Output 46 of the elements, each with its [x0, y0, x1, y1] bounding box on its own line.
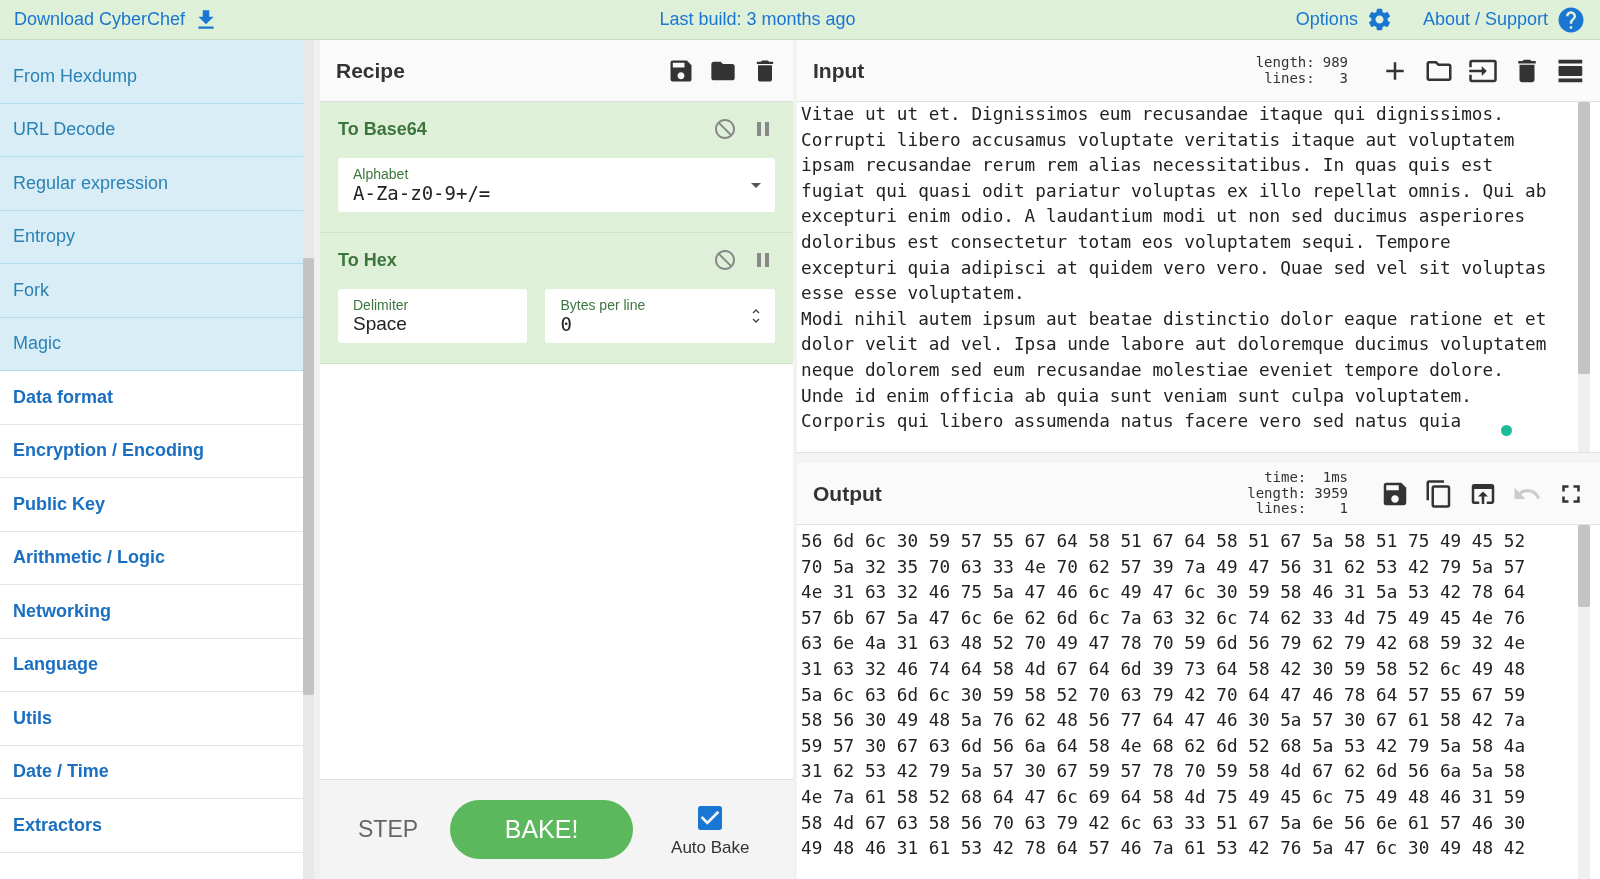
output-text: 56 6d 6c 30 59 57 55 67 64 58 51 67 64 58 51 67 5a 58 51 75 49 45 52 70 5a 32 35 70 63 33 4e 70 62 57 39 7a 49 47 56 31 62 53 42 79 5a 57 4e 31 63 32 46 75 5a 47 46 6c 49 47 6c 30 59 58 46 31 5a 53 42 78 64 57 6b 67 5a 47 6c 6e 62 6d 6c 7a 63 32 6c 74 62 33 4d 75 49 45 4e 76 63 6e 4a 31 63 48 52 70 49 47 78 70 59 6d 56 79 62 79 42 68 59 32 4e 31 63 32 46 74 64 58 4d 67 64 6d 39 73 64 58 42 30 59 58 52 6c 49 48 5a 6c 63 6d 6c 30 59 58 52 70 63 79 42 70 64 47 46 78 64 57 55 67 59 58 56 30 49 48 5a 76 62 48 56 77 64 47 46 30 5a 57 30 67 61 58 42 7a 59 57 30 67 63 6d 56 6a 64 58 4e 68 62 6d 52 68 5a 53 42 79 5a 58 4a 31 62 53 42 79 5a 57 30 67 59 57 78 70 59 58 4d 67 62 6d 56 6a 5a 58 4e 7a 61 58 52 68 64 47 6c 69 64 58 4d 75 49 45 6c 75 49 48 46 31 59 58 4d 67 63 58 56 70 63 79 42 6c 63 33 51 67 5a 6e 56 6e 61 57 46 30 49 48 46 31 61 53 42 78 64 57 46 7a 61 53 42 76 5a 47 6c 30 49 48 42	[800, 530, 1527, 861]
operation-name: To Hex	[338, 249, 398, 271]
scrollbar-thumb[interactable]	[1578, 102, 1590, 374]
arg-label: Bytes per line	[560, 297, 647, 313]
disable-icon[interactable]	[713, 248, 737, 272]
scrollbar-thumb[interactable]	[303, 258, 314, 695]
step-button[interactable]: STEP	[350, 808, 427, 851]
build-info: Last build: 3 months ago	[658, 9, 857, 30]
operation-item[interactable]: Fork	[0, 264, 303, 318]
auto-bake-label: Auto Bake	[671, 837, 750, 858]
options-link[interactable]: Options	[1295, 6, 1393, 33]
number-field[interactable]: Bytes per line 0	[545, 289, 775, 343]
scrollbar-thumb[interactable]	[1578, 525, 1590, 607]
stat-label: time:	[1263, 470, 1307, 486]
recipe-title: Recipe	[336, 58, 406, 83]
stat-value: 1	[1338, 501, 1348, 517]
operation-item[interactable]: Entropy	[0, 210, 303, 264]
input-title: Input	[813, 58, 866, 83]
splitter-handle[interactable]	[797, 452, 1600, 463]
input-text[interactable]: Vitae ut ut et. Dignissimos eum recusandae itaque qui dignissimos. Corrupti libero accusamus voluptate veritatis itaque aut voluptatem ipsam recusandae rerum rem alias necessitatibus. In quas quis est fugiat qui quasi odit pariatur voluptas ex illo repellat omnis. Qui ab excepturi enim odio. A laudantium modi ut non sed ducimus asperiores doloribus est consectetur totam eos voluptatem sequi. Tempore excepturi quia adipisci at quidem vero vero. Quae sed vel sit voluptas esse esse voluptatem. Modi nihil autem ipsum aut beatae distinctio dolor eaque ratione et et dolor velit ad vel. Ipsa unde labore aut doloremque ducimus voluptatem neque dolorem sed eum recusandae molestiae eveniet tempore dolore. Unde id enim officia ab quia sunt veniam sunt culpa voluptatem. Corporis qui libero assumenda natus facere vero sed natus quia	[797, 102, 1578, 452]
operation-item[interactable]: Regular expression	[0, 157, 303, 211]
output-title: Output	[813, 481, 883, 506]
stat-value: 989	[1322, 55, 1348, 71]
arg-value: Space	[353, 313, 408, 335]
stat-value: 3	[1338, 70, 1348, 86]
operation-item[interactable]: Magic	[0, 317, 303, 371]
arg-label: Alphabet	[353, 166, 410, 182]
stat-label: lines:	[1255, 501, 1307, 517]
operation-item[interactable]: URL Decode	[0, 103, 303, 157]
arg-value: A-Za-z0-9+/=	[353, 182, 492, 204]
stat-value: 3959	[1314, 485, 1348, 502]
stat-label: length:	[1255, 55, 1315, 71]
stat-label: length:	[1247, 485, 1307, 502]
stat-label: lines:	[1264, 70, 1315, 86]
download-link[interactable]: Download CyberChef	[14, 6, 220, 33]
text-field[interactable]: Delimiter Space	[338, 289, 528, 343]
caret-icon	[751, 182, 761, 188]
arg-label: Delimiter	[353, 297, 410, 313]
operation-name: To Base64	[338, 118, 428, 140]
status-dot	[1501, 425, 1512, 436]
arg-value: 0	[560, 313, 573, 335]
about-link[interactable]: About / Support	[1422, 4, 1586, 35]
operation-item[interactable]: From Hexdump	[0, 50, 303, 104]
disable-icon[interactable]	[713, 117, 737, 141]
dropdown-field[interactable]: Alphabet A-Za-z0-9+/=	[338, 158, 775, 212]
stat-value: 1ms	[1321, 470, 1348, 486]
